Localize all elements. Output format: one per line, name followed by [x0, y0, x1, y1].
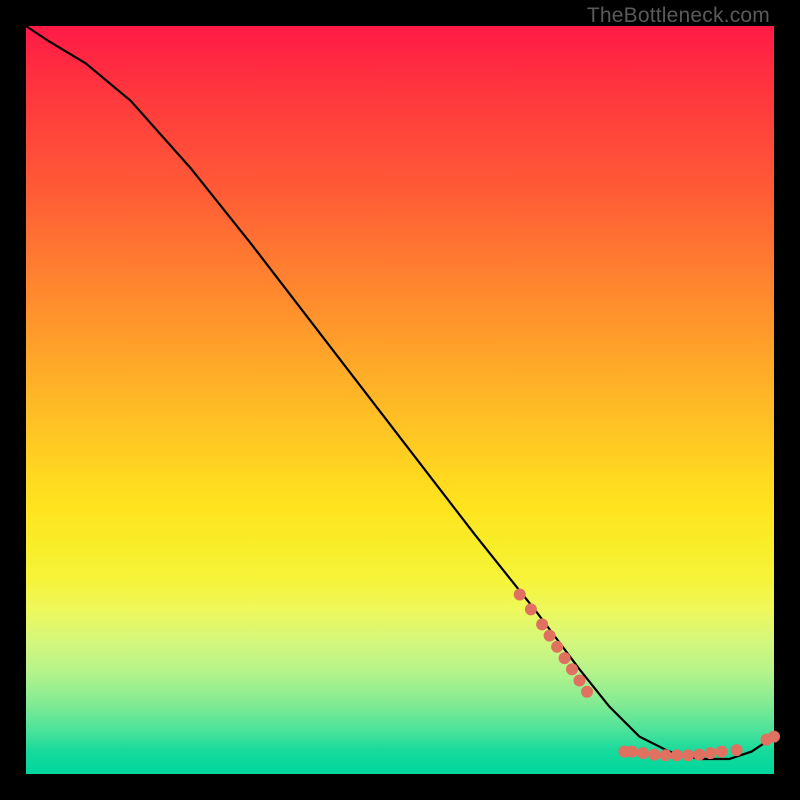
data-dot [581, 686, 593, 698]
data-dot [544, 630, 556, 642]
data-dot [716, 746, 728, 758]
data-dot [693, 749, 705, 761]
data-dot [768, 731, 780, 743]
data-dot [559, 652, 571, 664]
data-dots [514, 589, 780, 762]
data-dot [704, 747, 716, 759]
data-dot [648, 749, 660, 761]
data-dot [637, 747, 649, 759]
data-dot [660, 749, 672, 761]
data-dot [551, 641, 563, 653]
plot-area [26, 26, 774, 774]
data-dot [731, 744, 743, 756]
data-dot [671, 749, 683, 761]
watermark-text: TheBottleneck.com [587, 4, 770, 28]
curve-layer [26, 26, 774, 774]
bottleneck-curve [26, 26, 774, 759]
data-dot [574, 675, 586, 687]
data-dot [566, 663, 578, 675]
data-dot [626, 746, 638, 758]
data-dot [525, 603, 537, 615]
data-dot [682, 749, 694, 761]
data-dot [514, 589, 526, 601]
chart-stage: TheBottleneck.com [0, 0, 800, 800]
data-dot [536, 618, 548, 630]
